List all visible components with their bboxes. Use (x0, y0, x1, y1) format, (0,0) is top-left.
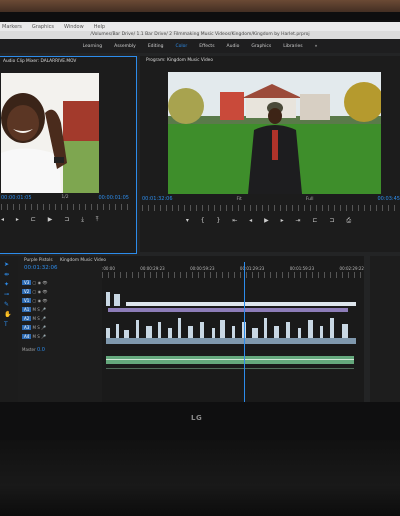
source-scrub-area: 00:00:01:05 1/2 00:00:01:05 ◂ ▸ ⊏ ▶ ⊐ ⤓ … (1, 195, 129, 224)
window-title: /Volumes/Bar Drive/ 1.1 Bar Drive/ 2 Fil… (0, 31, 400, 39)
track-v3[interactable]: V3 ▢ ◉ 👁 (22, 278, 98, 287)
program-video-frame (168, 72, 381, 194)
source-frame-image (1, 73, 99, 193)
video-track-v1-lane[interactable] (102, 316, 364, 346)
track-v2[interactable]: V2 ▢ ◉ 👁 (22, 287, 98, 296)
track-v1[interactable]: V1 ▢ ◉ 👁 (22, 296, 98, 305)
source-fit-select[interactable]: 1/2 (61, 195, 68, 201)
desk-reflection (0, 440, 400, 516)
workspace-libraries[interactable]: Libraries (283, 44, 302, 49)
source-timecode: 00:00:01:05 (1, 195, 32, 201)
video-clip[interactable] (114, 294, 120, 306)
program-monitor-panel: Program: Kingdom Music Video 00:01:32:06… (140, 56, 400, 252)
program-monitor-title[interactable]: Program: Kingdom Music Video (140, 56, 400, 68)
menu-item-window[interactable]: Window (64, 24, 84, 30)
source-time-ruler[interactable] (1, 204, 129, 210)
audio-track-line (106, 368, 354, 369)
program-duration: 00:03:45 (377, 196, 400, 202)
track-header-panel: Purple Pistols 00:01:32:06 V3 ▢ ◉ 👁 V2 ▢… (18, 256, 102, 402)
premiere-window: Markers Graphics Window Help /Volumes/Ba… (0, 22, 400, 402)
video-clip-strip (106, 318, 356, 344)
video-clip[interactable] (126, 302, 356, 306)
program-fit-select[interactable]: Fit (237, 197, 242, 202)
workspace-color[interactable]: Color (176, 44, 188, 49)
source-duration: 00:00:01:05 (98, 195, 129, 201)
workspace-bar: Learning Assembly Editing Color Effects … (0, 39, 400, 53)
video-clip[interactable] (108, 308, 348, 312)
track-a3[interactable]: A3 M S 🎤 (22, 323, 98, 332)
timeline-ruler[interactable] (102, 272, 364, 278)
program-transport-controls[interactable]: ▾ { } ⇤ ◂ ▶ ▸ ⇥ ⊏ ⊐ ⎙ (142, 217, 400, 225)
program-scrub-area: 00:01:32:06 Fit Full 00:03:45 ▾ { } ⇤ ◂ … (142, 196, 400, 225)
video-track-v3-lane[interactable] (102, 292, 364, 306)
workspace-effects[interactable]: Effects (199, 44, 214, 49)
workspace-overflow-icon[interactable]: » (315, 44, 318, 49)
workspace-editing[interactable]: Editing (148, 44, 164, 49)
source-monitor-title[interactable]: Audio Clip Mixer: DALARRIVE.MOV (0, 57, 136, 69)
timeline-tab[interactable]: Kingdom Music Video (56, 256, 110, 265)
track-a2[interactable]: A2 M S 🎤 (22, 314, 98, 323)
workspace-assembly[interactable]: Assembly (114, 44, 136, 49)
video-clip[interactable] (106, 292, 110, 306)
workspace-graphics[interactable]: Graphics (251, 44, 271, 49)
audio-meter-panel (370, 256, 400, 402)
source-monitor-panel: Audio Clip Mixer: DALARRIVE.MOV 00:00:01… (0, 56, 137, 254)
audio-track-a1-lane[interactable] (102, 354, 364, 366)
source-video-frame (1, 73, 99, 193)
timeline-playhead[interactable] (244, 262, 245, 402)
master-track[interactable]: Master 0.0 (22, 345, 98, 355)
workspace-learning[interactable]: Learning (83, 44, 103, 49)
timeline-panel: Kingdom Music Video :00:00 00:00:29:23 0… (60, 256, 364, 402)
menu-item-graphics[interactable]: Graphics (32, 24, 54, 30)
program-frame-image (168, 72, 381, 194)
monitor-brand-logo: LG (191, 414, 203, 422)
program-quality-select[interactable]: Full (306, 197, 314, 202)
audio-track-a2-lane[interactable] (102, 366, 364, 372)
menu-bar: Markers Graphics Window Help (0, 22, 400, 31)
tool-icons[interactable]: ➤ ⇹ ✦ ⊸ ✎ ✋ T (0, 256, 18, 334)
menu-item-markers[interactable]: Markers (2, 24, 22, 30)
program-time-ruler[interactable] (142, 205, 400, 211)
menu-item-help[interactable]: Help (94, 24, 105, 30)
track-a4[interactable]: A4 M S 🎤 (22, 332, 98, 341)
source-transport-controls[interactable]: ◂ ▸ ⊏ ▶ ⊐ ⤓ ⤒ (1, 216, 129, 224)
timeline-ruler-labels: :00:00 00:00:29:23 00:00:59:23 00:01:29:… (102, 266, 364, 271)
program-current-timecode[interactable]: 00:01:32:06 (142, 196, 173, 202)
timeline-timecode[interactable]: 00:01:32:06 (18, 265, 102, 271)
audio-waveform (106, 359, 354, 360)
workspace-audio[interactable]: Audio (227, 44, 240, 49)
track-a1[interactable]: A1 M S 🎤 (22, 305, 98, 314)
track-list: V3 ▢ ◉ 👁 V2 ▢ ◉ 👁 V1 ▢ ◉ 👁 A1 M S 🎤 A2 M… (22, 278, 98, 355)
tools-panel: ➤ ⇹ ✦ ⊸ ✎ ✋ T (0, 256, 18, 402)
audio-clip[interactable] (106, 356, 354, 364)
